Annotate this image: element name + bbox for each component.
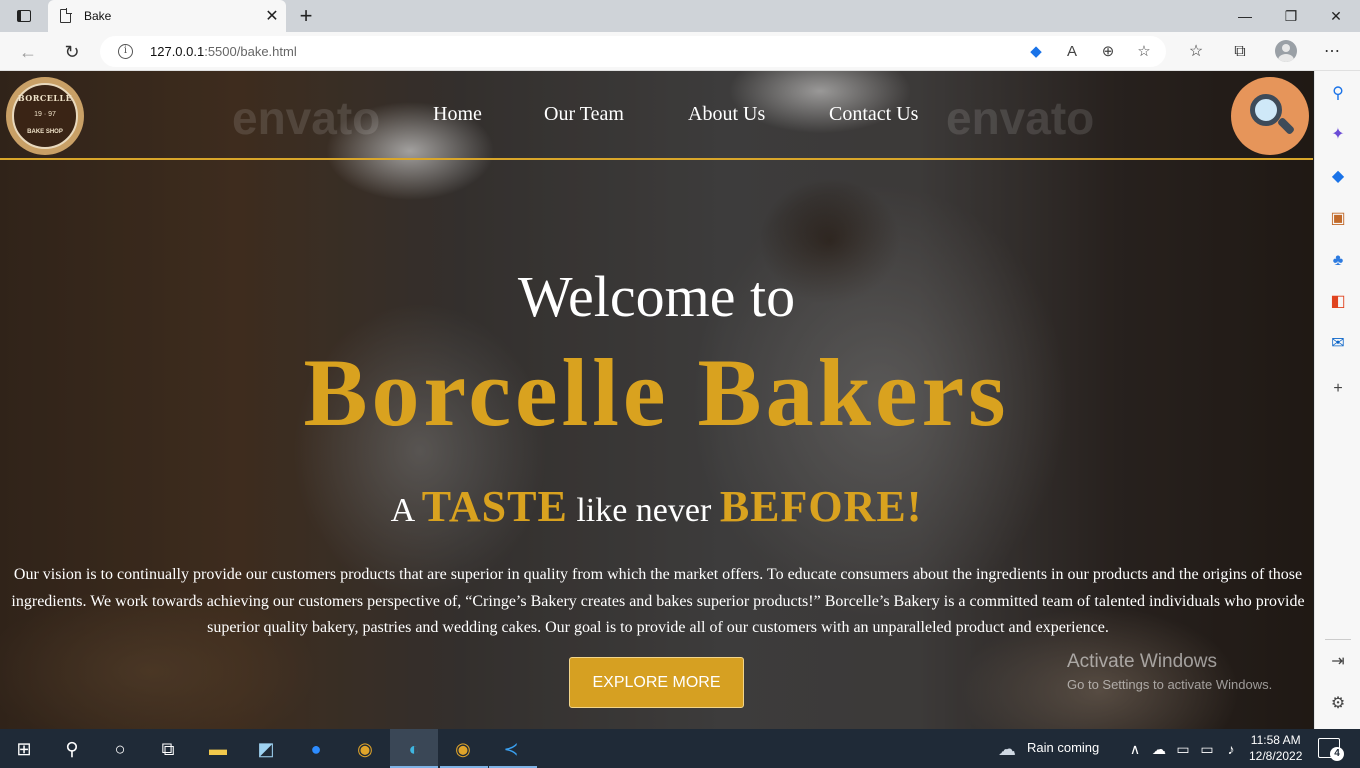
copilot-icon[interactable]: ✦	[1327, 124, 1349, 146]
read-aloud-icon[interactable]: A	[1062, 42, 1082, 62]
activation-subtitle: Go to Settings to activate Windows.	[1067, 677, 1273, 692]
tagline-before: BEFORE!	[719, 482, 923, 531]
add-favorite-icon[interactable]: ☆	[1134, 42, 1154, 62]
nav-divider	[0, 158, 1313, 160]
clock-time: 11:58 AM	[1250, 733, 1301, 747]
chrome-icon[interactable]: ◉	[353, 737, 377, 761]
system-clock[interactable]: 11:58 AM 12/8/2022	[1249, 732, 1302, 764]
tray-overflow-icon[interactable]: ∧	[1123, 737, 1147, 761]
url-text[interactable]: 127.0.0.1:5500/bake.html	[150, 44, 297, 59]
address-toolbar: ← ↻ i 127.0.0.1:5500/bake.html ◆ A ⊕ ☆ ☆…	[0, 32, 1360, 71]
add-sidebar-app-icon[interactable]: +	[1327, 378, 1349, 400]
welcome-heading: Welcome to	[517, 264, 796, 329]
start-windows-icon[interactable]: ⊞	[12, 737, 36, 761]
more-menu-icon[interactable]: ⋯	[1320, 40, 1344, 64]
close-window-icon[interactable]: ✕	[1322, 6, 1350, 26]
explore-more-button[interactable]: EXPLORE MORE	[569, 657, 744, 708]
games-icon[interactable]: ♣	[1327, 250, 1349, 272]
notification-count-badge: 4	[1330, 747, 1344, 761]
minimize-icon[interactable]: —	[1231, 6, 1259, 26]
nav-contact-us[interactable]: Contact Us	[829, 103, 918, 126]
coupon-tag-icon[interactable]: ◆	[1026, 42, 1046, 62]
outlook-icon[interactable]: ✉	[1327, 333, 1349, 355]
browser-tab[interactable]: Bake ✕	[48, 0, 286, 32]
description-paragraph: Our vision is to continually provide our…	[11, 566, 1305, 636]
restore-icon[interactable]: ❐	[1277, 6, 1305, 26]
url-path: :5500/bake.html	[204, 44, 297, 59]
weather-text[interactable]: Rain coming	[1027, 740, 1099, 755]
file-explorer-icon[interactable]: ▬	[206, 737, 230, 761]
site-info-icon[interactable]: i	[118, 44, 133, 59]
browser-tab-bar: Bake ✕ + — ❐ ✕	[0, 0, 1360, 32]
profile-avatar[interactable]	[1275, 40, 1297, 62]
edge-sidebar: ⚲ ✦ ◆ ▣ ♣ ◧ ✉ + ⇥ ⚙	[1314, 71, 1360, 729]
edge-browser-icon[interactable]: ◐	[402, 737, 426, 761]
taskbar-search-icon[interactable]: ⚲	[60, 737, 84, 761]
onedrive-icon[interactable]: ☁	[1147, 737, 1171, 761]
windows-activation-notice: Activate Windows Go to Settings to activ…	[1067, 651, 1272, 692]
nav-home[interactable]: Home	[433, 103, 482, 126]
search-button[interactable]	[1231, 77, 1309, 155]
chrome-profile-icon[interactable]: ◉	[451, 737, 475, 761]
tagline: A TASTE like never BEFORE!	[0, 481, 1313, 532]
cortana-icon[interactable]: ○	[108, 737, 132, 761]
brand-heading: Borcelle Bakers	[303, 339, 1010, 446]
back-icon[interactable]: ←	[16, 40, 40, 64]
hero-section: envato envato BORCELLE 19 · 97 BAKE SHOP…	[0, 71, 1313, 729]
weather-cloud-icon[interactable]: ☁	[995, 737, 1019, 761]
watermark-right: envato	[946, 92, 1095, 144]
logo-year-text: 19 · 97	[34, 111, 56, 118]
tools-icon[interactable]: ▣	[1327, 208, 1349, 230]
collections-icon[interactable]: ⧉	[1228, 40, 1252, 64]
logo-bottom-text: BAKE SHOP	[27, 129, 63, 135]
watermark-left: envato	[232, 92, 381, 144]
search-icon[interactable]: ⚲	[1327, 83, 1349, 105]
windows-taskbar: ⊞ ⚲ ○ ⧉ ▬ ◩ ● ◉ ◐ ◉ ≺ ☁ Rain coming ∧ ☁ …	[0, 729, 1360, 768]
bakery-logo[interactable]: BORCELLE 19 · 97 BAKE SHOP	[6, 77, 84, 155]
page-icon	[60, 8, 72, 23]
volume-icon[interactable]: ♪	[1219, 737, 1243, 761]
shopping-tag-icon[interactable]: ◆	[1327, 166, 1349, 188]
tagline-taste: TASTE	[421, 482, 568, 531]
activation-title: Activate Windows	[1067, 651, 1217, 672]
network-icon[interactable]: ▭	[1195, 737, 1219, 761]
office-icon[interactable]: ◧	[1327, 291, 1349, 313]
url-host: 127.0.0.1	[150, 44, 205, 59]
zoom-app-icon[interactable]: ●	[304, 737, 328, 761]
settings-gear-icon[interactable]: ⚙	[1327, 693, 1349, 715]
zoom-icon[interactable]: ⊕	[1098, 42, 1118, 62]
favorites-icon[interactable]: ☆	[1184, 40, 1208, 64]
task-view-icon[interactable]: ⧉	[156, 737, 180, 761]
new-tab-icon[interactable]: +	[294, 3, 318, 29]
tagline-a: A	[390, 492, 414, 529]
vscode-icon[interactable]: ≺	[499, 737, 523, 761]
tagline-like: like never	[576, 492, 712, 529]
refresh-icon[interactable]: ↻	[60, 40, 84, 64]
address-bar[interactable]: i 127.0.0.1:5500/bake.html ◆ A ⊕ ☆	[100, 36, 1166, 67]
tab-actions-icon[interactable]	[8, 6, 40, 26]
nav-about-us[interactable]: About Us	[688, 103, 765, 126]
tab-title: Bake	[84, 9, 112, 23]
close-tab-icon[interactable]: ✕	[258, 6, 286, 26]
hide-sidebar-icon[interactable]: ⇥	[1327, 651, 1349, 673]
notepad-icon[interactable]: ◩	[254, 737, 278, 761]
meet-now-icon[interactable]: ▭	[1171, 737, 1195, 761]
nav-our-team[interactable]: Our Team	[544, 103, 624, 126]
logo-top-text: BORCELLE	[17, 93, 73, 103]
clock-date: 12/8/2022	[1249, 749, 1303, 763]
